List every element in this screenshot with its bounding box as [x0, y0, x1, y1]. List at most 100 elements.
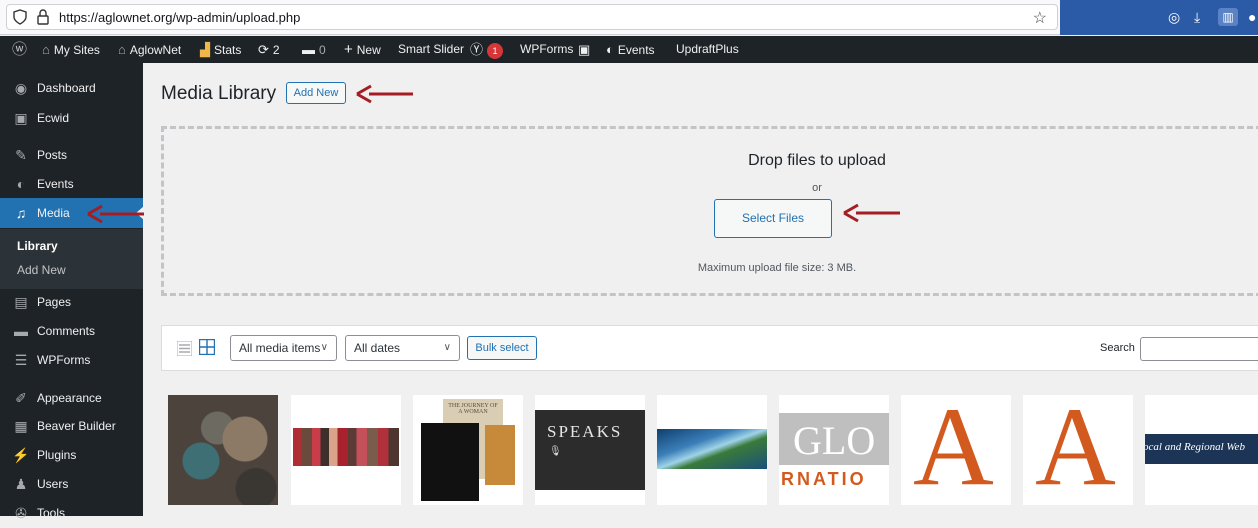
builder-icon: ▦: [14, 418, 28, 434]
upload-drop-zone[interactable]: Drop files to upload or Select Files Max…: [161, 126, 1258, 296]
sidebar-item-events[interactable]: ◐ Events: [0, 169, 143, 199]
address-bar[interactable]: https://aglownet.org/wp-admin/upload.php…: [6, 4, 1058, 30]
sidebar-item-wpforms[interactable]: ☰ WPForms: [0, 345, 143, 375]
media-thumbnail[interactable]: [657, 395, 767, 505]
sidebar-item-appearance[interactable]: ✐ Appearance: [0, 383, 143, 413]
arrow-annotation-add-new: [356, 84, 413, 104]
wrench-icon: ✇: [15, 505, 27, 521]
search-input[interactable]: [1140, 337, 1258, 361]
speaks-banner: SPEAKS 🎙: [535, 410, 645, 490]
sites-icon: ⌂: [42, 42, 50, 57]
events-icon: ◐: [606, 42, 614, 57]
aglow-a-logo: A: [913, 395, 994, 505]
browser-toolbar-icons: ◎ ⤓ ▥ ●: [1060, 0, 1258, 35]
brush-icon: ✐: [15, 390, 27, 406]
download-icon[interactable]: ⤓: [1194, 9, 1200, 26]
shield-icon: [13, 9, 27, 25]
sidebar-item-ecwid[interactable]: ▣ Ecwid: [0, 103, 143, 133]
wpforms-menu[interactable]: WPForms: [520, 36, 573, 63]
media-thumbnail[interactable]: THE JOURNEY OF A WOMAN: [413, 395, 523, 505]
stats-chart-icon: ▟: [200, 42, 210, 57]
drop-files-heading: Drop files to upload: [748, 152, 886, 169]
media-thumbnail[interactable]: SPEAKS 🎙: [535, 395, 645, 505]
comment-bubble-icon: ▬: [302, 42, 315, 57]
updraftplus-menu[interactable]: UpdraftPlus: [676, 36, 739, 63]
media-icon: ♫: [15, 205, 27, 221]
plug-icon: ⚡: [12, 447, 30, 463]
dashboard-icon: ◉: [14, 80, 28, 96]
media-thumbnail[interactable]: ocal and Regional Web: [1145, 395, 1258, 505]
sidebar-item-posts[interactable]: ✎ Posts: [0, 140, 143, 170]
events-menu[interactable]: ◐ Events: [606, 36, 655, 63]
new-content-menu[interactable]: + New: [344, 36, 381, 63]
notification-badge: 1: [487, 42, 504, 59]
updates-menu[interactable]: ⟳ 2: [258, 36, 280, 63]
aglow-a-logo: A: [1035, 395, 1116, 505]
home-icon: ⌂: [118, 42, 126, 57]
submenu-add-new[interactable]: Add New: [17, 263, 66, 277]
comments-menu[interactable]: ▬ 0: [302, 36, 326, 63]
regional-web-banner: ocal and Regional Web: [1145, 434, 1258, 464]
url-text: https://aglownet.org/wp-admin/upload.php: [59, 10, 301, 25]
aglow-logo-subtitle: RNATIO: [779, 465, 889, 495]
ecwid-store-icon[interactable]: ▣: [578, 36, 594, 63]
media-thumbnail[interactable]: [168, 395, 278, 505]
stats-menu[interactable]: ▟ Stats: [200, 36, 241, 63]
max-upload-size: Maximum upload file size: 3 MB.: [697, 262, 857, 274]
lock-icon: [37, 9, 49, 25]
wp-admin-bar: ⓦ ⌂ My Sites ⌂ AglowNet ▟ Stats ⟳ 2 ▬ 0 + New …: [0, 36, 1258, 63]
sidebar-item-comments[interactable]: ▬ Comments: [0, 316, 143, 346]
pages-icon: ▤: [14, 294, 28, 310]
media-toolbar: All media items ∨ All dates ∨ Bulk select …: [161, 325, 1258, 371]
admin-sidebar: ◉ Dashboard ▣ Ecwid ✎ Posts ◐ Events ♫ Media …: [0, 63, 144, 521]
grid-view-icon[interactable]: [199, 339, 215, 355]
media-thumbnail[interactable]: A: [1023, 395, 1133, 505]
forms-icon: ☰: [14, 352, 28, 368]
group-photo: [293, 428, 399, 466]
site-name-menu[interactable]: ⌂ AglowNet: [118, 36, 181, 63]
sidebar-item-dashboard[interactable]: ◉ Dashboard: [0, 73, 143, 103]
drop-or-text: or: [812, 182, 822, 194]
ecwid-icon: ▣: [14, 110, 28, 126]
calendar-icon: ◐: [16, 176, 26, 192]
profile-icon[interactable]: ●: [1248, 9, 1256, 25]
book-cover-front: [421, 423, 479, 501]
smart-slider-menu[interactable]: Smart Slider: [398, 36, 464, 63]
my-sites-menu[interactable]: ⌂ My Sites: [42, 36, 100, 63]
media-thumbnail[interactable]: [291, 395, 401, 505]
updates-icon: ⟳: [258, 42, 269, 57]
knitted-hats-photo: [168, 395, 278, 505]
pocket-icon[interactable]: ◎: [1168, 9, 1180, 26]
page-title: Media Library: [161, 83, 277, 104]
chevron-down-icon: ∨: [443, 342, 451, 353]
bookmark-star-icon[interactable]: ☆: [1033, 8, 1047, 28]
sidebar-item-pages[interactable]: ▤ Pages: [0, 287, 143, 317]
media-type-filter[interactable]: All media items ∨: [230, 335, 337, 361]
add-new-button[interactable]: Add New: [286, 82, 346, 104]
arrow-annotation-media: [87, 204, 144, 224]
sidebar-item-tools[interactable]: ✇ Tools: [0, 498, 143, 528]
yoast-menu[interactable]: Ⓨ 1: [470, 36, 504, 63]
sidebar-item-users[interactable]: ♟ Users: [0, 469, 143, 499]
list-view-icon[interactable]: [177, 341, 192, 356]
pin-icon: ✎: [15, 147, 27, 163]
browser-toolbar: https://aglownet.org/wp-admin/upload.php…: [0, 0, 1258, 35]
sidebar-item-plugins[interactable]: ⚡ Plugins: [0, 440, 143, 470]
sidebar-item-beaver-builder[interactable]: ▦ Beaver Builder: [0, 411, 143, 441]
wordpress-logo-icon[interactable]: ⓦ: [12, 36, 31, 63]
yoast-icon: Ⓨ: [470, 42, 484, 57]
sidebar-toggle-icon[interactable]: ▥: [1218, 8, 1238, 26]
users-icon: ♟: [14, 476, 28, 492]
select-files-button[interactable]: Select Files: [714, 199, 832, 238]
comment-icon: ▬: [14, 323, 28, 339]
microphone-icon: 🎙: [549, 446, 562, 457]
media-submenu: Library Add New: [0, 229, 143, 289]
chevron-down-icon: ∨: [320, 342, 328, 353]
date-filter[interactable]: All dates ∨: [345, 335, 460, 361]
book-cover-side: [485, 425, 515, 485]
search-label: Search: [1100, 342, 1135, 354]
media-thumbnail[interactable]: A: [901, 395, 1011, 505]
submenu-library[interactable]: Library: [17, 239, 58, 253]
bulk-select-button[interactable]: Bulk select: [467, 336, 537, 360]
media-thumbnail[interactable]: GLO RNATIO: [779, 395, 889, 505]
